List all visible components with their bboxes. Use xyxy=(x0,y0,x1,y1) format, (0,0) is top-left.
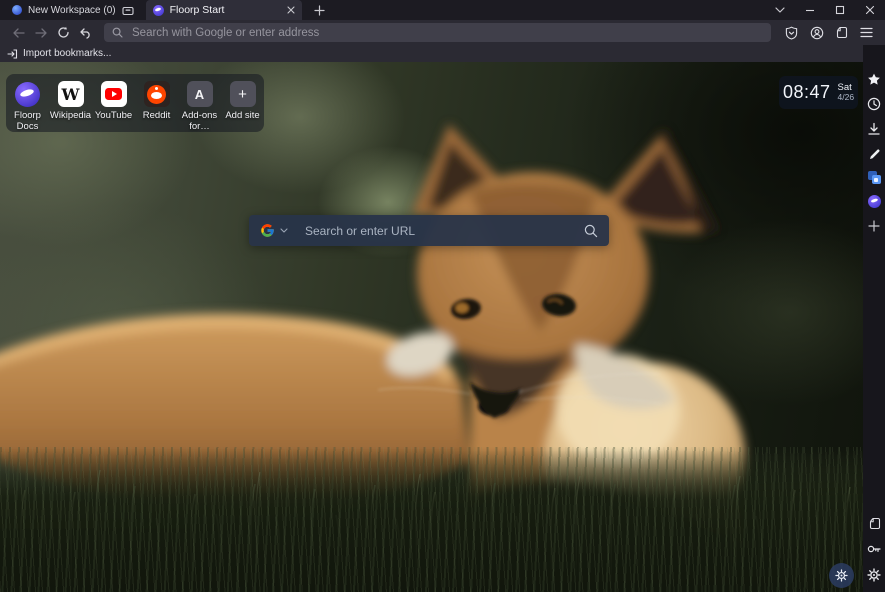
tab-close-icon[interactable] xyxy=(287,6,295,14)
browser-window: New Workspace (0) Floorp Start xyxy=(0,0,885,592)
shortcut-reddit[interactable]: Reddit xyxy=(135,81,178,132)
newtab-search-input[interactable] xyxy=(303,223,579,239)
undo-close-tab-button[interactable] xyxy=(74,23,96,43)
tab-title: Floorp Start xyxy=(170,4,281,16)
addons-icon: A xyxy=(187,81,213,107)
workspace-icon xyxy=(12,5,22,15)
clock-widget: 08:47 Sat 4/26 xyxy=(779,76,858,109)
address-bar[interactable] xyxy=(104,23,771,42)
new-tab-button[interactable] xyxy=(314,5,325,16)
search-icon xyxy=(112,27,123,38)
tab-floorp-start[interactable]: Floorp Start xyxy=(146,0,302,20)
sidebar-settings-gear-icon[interactable] xyxy=(866,567,882,583)
container-icon[interactable] xyxy=(122,5,134,16)
close-button[interactable] xyxy=(855,0,885,20)
add-panel-plus-icon[interactable] xyxy=(866,218,882,234)
bookmarks-bar: Import bookmarks... xyxy=(0,45,863,62)
sidebar-toggle-icon[interactable] xyxy=(831,23,852,43)
notes-pencil-icon[interactable] xyxy=(866,146,882,162)
minimize-button[interactable] xyxy=(795,0,825,20)
shortcut-add-site[interactable]: + Add site xyxy=(221,81,264,132)
shortcut-label: Add site xyxy=(220,111,266,122)
import-icon xyxy=(7,49,18,59)
address-input[interactable] xyxy=(130,26,763,40)
shortcut-floorp-docs[interactable]: Floorp Docs xyxy=(6,81,49,132)
shortcut-label: Wikipedia xyxy=(48,111,94,122)
forward-button[interactable] xyxy=(30,23,52,43)
gear-icon xyxy=(835,569,848,582)
list-all-tabs-button[interactable] xyxy=(765,0,795,20)
engine-chevron-icon[interactable] xyxy=(280,228,288,233)
maximize-button[interactable] xyxy=(825,0,855,20)
workspace-selector[interactable]: New Workspace (0) xyxy=(12,5,134,16)
reload-button[interactable] xyxy=(52,23,74,43)
grass-foreground xyxy=(0,450,863,592)
history-clock-icon[interactable] xyxy=(866,96,882,112)
shortcut-label: YouTube xyxy=(91,111,137,122)
google-logo-icon[interactable] xyxy=(260,223,275,238)
toolbar-right-buttons xyxy=(781,23,877,43)
shortcut-youtube[interactable]: YouTube xyxy=(92,81,135,132)
wikipedia-icon: W xyxy=(58,81,84,107)
keep-sidebar-icon[interactable] xyxy=(866,515,882,531)
add-site-plus-icon: + xyxy=(230,81,256,107)
import-bookmarks-label: Import bookmarks... xyxy=(23,48,111,59)
newtab-search-bar[interactable] xyxy=(249,215,609,246)
back-button[interactable] xyxy=(8,23,30,43)
downloads-icon[interactable] xyxy=(866,121,882,137)
web-panel-floorp-icon[interactable] xyxy=(866,193,882,209)
search-submit-icon[interactable] xyxy=(584,224,598,238)
tab-bar: New Workspace (0) Floorp Start xyxy=(0,0,885,20)
workspace-label: New Workspace (0) xyxy=(28,5,116,16)
web-panel-translate-icon[interactable] xyxy=(868,171,881,184)
bookmarks-star-icon[interactable] xyxy=(866,71,882,87)
menu-hamburger-icon[interactable] xyxy=(856,23,877,43)
fox-photo-illustration xyxy=(0,62,863,592)
shortcuts-panel: Floorp Docs W Wikipedia YouTube Reddit A… xyxy=(6,74,264,132)
nav-toolbar xyxy=(0,20,885,45)
shortcut-label: Reddit xyxy=(134,111,180,122)
passwords-key-icon[interactable] xyxy=(866,541,882,557)
page-settings-button[interactable] xyxy=(829,563,854,588)
privacy-shield-icon[interactable] xyxy=(781,23,802,43)
import-bookmarks-button[interactable]: Import bookmarks... xyxy=(7,48,111,59)
newtab-page: Floorp Docs W Wikipedia YouTube Reddit A… xyxy=(0,62,863,592)
sidebar-bottom-group xyxy=(866,515,882,583)
youtube-icon xyxy=(101,81,127,107)
floorp-favicon-icon xyxy=(153,5,164,16)
shortcut-label: Floorp Docs xyxy=(5,111,51,133)
reddit-icon xyxy=(144,81,170,107)
browser-manager-sidebar xyxy=(863,45,885,592)
shortcut-wikipedia[interactable]: W Wikipedia xyxy=(49,81,92,132)
account-icon[interactable] xyxy=(806,23,827,43)
clock-date: 4/26 xyxy=(838,93,855,102)
shortcut-addons[interactable]: A Add-ons for… xyxy=(178,81,221,132)
floorp-docs-icon xyxy=(15,82,40,107)
shortcut-label: Add-ons for… xyxy=(177,111,223,133)
clock-time: 08:47 xyxy=(783,82,831,103)
